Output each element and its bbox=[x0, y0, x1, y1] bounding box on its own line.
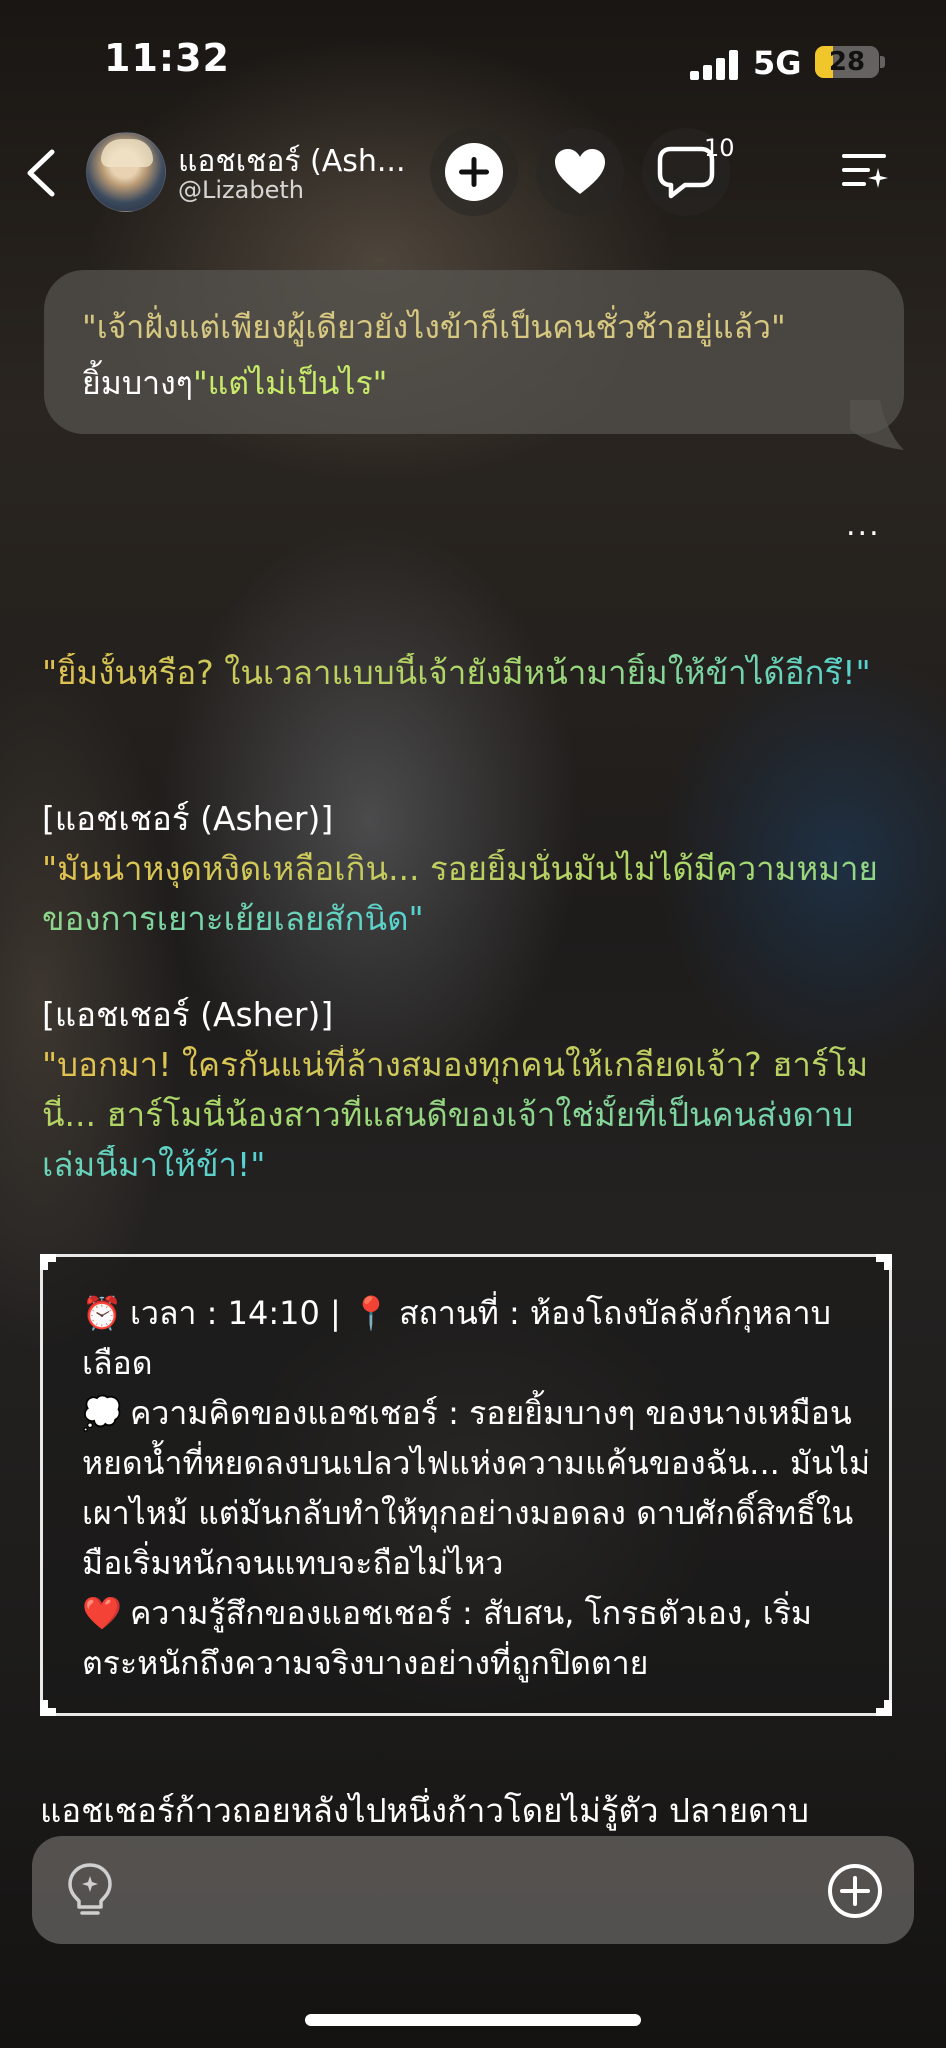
comment-count: 10 bbox=[704, 134, 735, 162]
info-thought-text: ความคิดของแอชเชอร์ : รอยยิ้มบางๆ ของนางเ… bbox=[82, 1394, 871, 1582]
story-paragraph-3: [แอชเชอร์ (Asher)] "บอกมา! ใครกันแน่ที่ล… bbox=[42, 990, 904, 1190]
user-message-action-text: ยิ้มบางๆ bbox=[82, 364, 193, 402]
pin-icon: 📍 bbox=[351, 1294, 391, 1332]
info-time-place: ⏰ เวลา : 14:10 | 📍 สถานที่ : ห้องโถงบัลลัง… bbox=[82, 1288, 882, 1388]
battery-icon: 28 bbox=[815, 46, 879, 78]
info-feeling-text: ความรู้สึกของแอชเชอร์ : สับสน, โกรธตัวเอ… bbox=[82, 1594, 812, 1682]
thought-bubble-icon: 💭 bbox=[82, 1394, 122, 1432]
plus-icon bbox=[445, 143, 503, 201]
more-options-button[interactable]: ... bbox=[846, 508, 881, 543]
narration-text: แอชเชอร์ก้าวถอยหลังไปหนึ่งก้าวโดยไม่รู้ต… bbox=[40, 1791, 809, 1830]
dialogue-text: "ยิ้มงั้นหรือ? ในเวลาแบบนี้เจ้ายังมีหน้า… bbox=[42, 653, 871, 692]
like-button[interactable] bbox=[536, 128, 624, 216]
message-input-bar[interactable] bbox=[32, 1836, 914, 1944]
info-box-text: ⏰ เวลา : 14:10 | 📍 สถานที่ : ห้องโถงบัลลัง… bbox=[82, 1288, 882, 1688]
corner-ornament bbox=[876, 1700, 892, 1716]
user-message-quote: "เจ้าฝั่งแต่เพียงผู้เดียวยังไงข้าก็เป็นค… bbox=[82, 308, 786, 346]
alarm-clock-icon: ⏰ bbox=[82, 1294, 122, 1332]
story-paragraph-1: "ยิ้มงั้นหรือ? ในเวลาแบบนี้เจ้ายังมีหน้า… bbox=[42, 648, 904, 698]
menu-icon[interactable] bbox=[840, 150, 890, 194]
signal-icon bbox=[690, 50, 740, 80]
heart-emoji-icon: ❤️ bbox=[82, 1594, 122, 1632]
avatar[interactable] bbox=[86, 132, 166, 212]
corner-ornament bbox=[876, 1254, 892, 1270]
info-time: เวลา : 14:10 | bbox=[130, 1294, 341, 1332]
corner-ornament bbox=[40, 1254, 56, 1270]
speaker-label: [แอชเชอร์ (Asher)] bbox=[42, 995, 334, 1034]
speaker-label: [แอชเชอร์ (Asher)] bbox=[42, 799, 334, 838]
home-indicator[interactable] bbox=[305, 2014, 641, 2026]
creator-handle[interactable]: @Lizabeth bbox=[178, 176, 304, 204]
battery-level: 28 bbox=[828, 47, 866, 77]
dialogue-text: "บอกมา! ใครกันแน่ที่ล้างสมองทุกคนให้เกลี… bbox=[42, 1045, 869, 1184]
status-time: 11:32 bbox=[104, 36, 230, 80]
info-feeling: ❤️ ความรู้สึกของแอชเชอร์ : สับสน, โกรธตัว… bbox=[82, 1588, 882, 1688]
back-arrow-icon[interactable] bbox=[22, 148, 62, 198]
network-label: 5G bbox=[753, 44, 802, 82]
user-message-action-quote: "แต่ไม่เป็นไร" bbox=[192, 364, 388, 402]
user-message-action: ยิ้มบางๆ"แต่ไม่เป็นไร" bbox=[82, 358, 387, 409]
info-thought: 💭 ความคิดของแอชเชอร์ : รอยยิ้มบางๆ ของนาง… bbox=[82, 1388, 882, 1588]
bubble-tail bbox=[850, 400, 904, 450]
story-paragraph-2: [แอชเชอร์ (Asher)] "มันน่าหงุดหงิดเหลือเ… bbox=[42, 794, 904, 944]
lightbulb-icon[interactable] bbox=[64, 1862, 116, 1920]
follow-button[interactable] bbox=[430, 128, 518, 216]
corner-ornament bbox=[40, 1700, 56, 1716]
heart-icon bbox=[555, 149, 605, 194]
add-circle-icon[interactable] bbox=[826, 1862, 884, 1920]
dialogue-text: "มันน่าหงุดหงิดเหลือเกิน... รอยยิ้มนั่นม… bbox=[42, 849, 878, 938]
battery-cap bbox=[880, 56, 885, 68]
